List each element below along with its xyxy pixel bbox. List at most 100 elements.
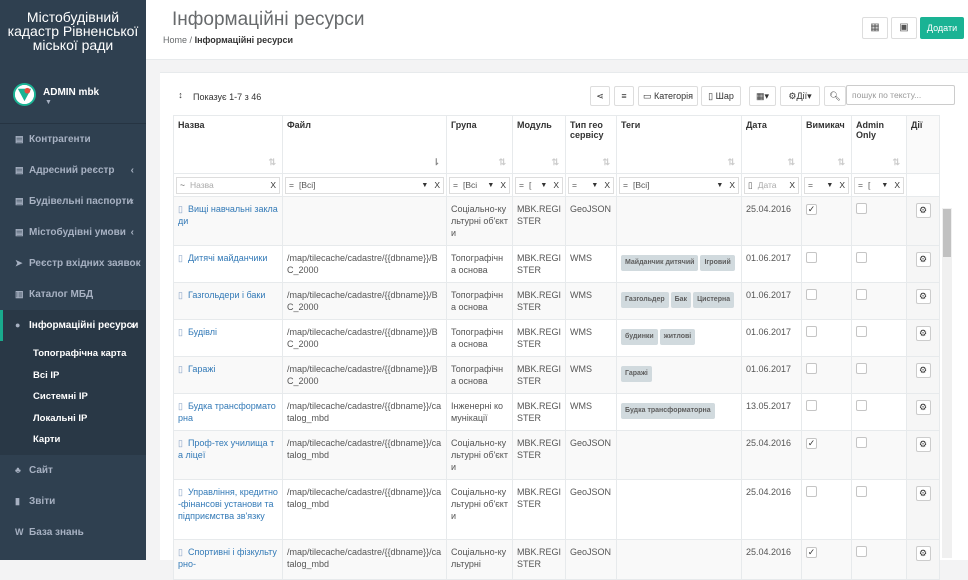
sort-icon[interactable]: ⇅ <box>551 157 559 168</box>
sort-icon[interactable]: ⇂ <box>432 157 440 168</box>
sidebar-item[interactable]: ➤ Реєстр вхідних заявок <box>0 248 146 279</box>
sort-icon[interactable]: ⇅ <box>602 157 610 168</box>
admin-only-checkbox[interactable] <box>856 546 867 557</box>
breadcrumb-home[interactable]: Home <box>163 35 187 45</box>
switch-checkbox[interactable] <box>806 289 817 300</box>
submenu-item[interactable]: Карти <box>0 429 146 451</box>
resource-link[interactable]: ▯ Управління, кредитно-фінансові установи… <box>178 487 278 521</box>
sidebar-item[interactable]: ▤ Контрагенти <box>0 124 146 155</box>
column-header[interactable]: Модуль ⇅ <box>512 115 566 174</box>
switch-checkbox[interactable] <box>806 252 817 263</box>
column-header[interactable]: Файл ⇂ <box>282 115 447 174</box>
column-header[interactable]: Вимикач ⇅ <box>801 115 852 174</box>
sidebar-item[interactable]: W База знань <box>0 517 146 548</box>
gear-icon[interactable]: ⚙ <box>915 486 931 501</box>
gear-icon[interactable]: ⚙ <box>915 326 931 341</box>
resource-link[interactable]: ▯ Спортивні і фізкультурно- <box>178 547 277 569</box>
table-view-button[interactable]: ▦ <box>862 17 888 39</box>
submenu-item[interactable]: Всі ІР <box>0 365 146 387</box>
columns-button[interactable]: ▦▾ <box>749 86 776 106</box>
user-profile[interactable]: ADMIN mbk ▼ <box>0 66 146 124</box>
sort-icon[interactable]: ⇅ <box>727 157 735 168</box>
sort-icon[interactable]: ⇅ <box>787 157 795 168</box>
search-input[interactable]: пошук по тексту... <box>846 85 955 105</box>
column-header[interactable]: Дії <box>906 115 940 174</box>
column-header[interactable]: Admin Only ⇅ <box>851 115 907 174</box>
sidebar-item[interactable]: ▥ Каталог МБД <box>0 279 146 310</box>
add-button[interactable]: Додати <box>920 17 964 39</box>
file-path: /map/tilecache/cadastre/{{dbname}}/BC_20… <box>287 253 438 275</box>
column-header[interactable]: Дата ⇅ <box>741 115 802 174</box>
cell-name: ▯ Проф-тех училища та ліцеї <box>173 430 283 480</box>
switch-checkbox[interactable]: ✓ <box>806 438 817 449</box>
admin-only-checkbox[interactable] <box>856 363 867 374</box>
filter-date[interactable]: ▯ Дата X <box>744 176 799 194</box>
admin-only-checkbox[interactable] <box>856 486 867 497</box>
sidebar-item[interactable]: ▤ Будівельні паспорти ‹ <box>0 186 146 217</box>
admin-only-checkbox[interactable] <box>856 252 867 263</box>
filter-switch[interactable]: = ▼ X <box>804 176 849 194</box>
sort-icon[interactable]: ⇅ <box>498 157 506 168</box>
resource-link[interactable]: ▯ Газгольдери і баки <box>178 290 265 300</box>
admin-only-checkbox[interactable] <box>856 400 867 411</box>
filter-tags[interactable]: = [Всі] ▼ X <box>619 176 739 194</box>
gear-icon[interactable]: ⚙ <box>915 203 931 218</box>
caret-down-icon[interactable]: ▼ <box>45 99 52 106</box>
gear-icon[interactable]: ⚙ <box>915 289 931 304</box>
gear-icon[interactable]: ⚙ <box>915 252 931 267</box>
gear-icon[interactable]: ⚙ <box>915 363 931 378</box>
scrollbar-thumb[interactable] <box>943 209 951 257</box>
admin-only-checkbox[interactable] <box>856 203 867 214</box>
sidebar-item[interactable]: ● Інформаційні ресурси ‹ <box>0 310 146 341</box>
submenu-item[interactable]: Системні ІР <box>0 386 146 408</box>
resource-link[interactable]: ▯ Будка трансформаторна <box>178 401 276 423</box>
filter-name[interactable]: ~ Назва X <box>176 176 280 194</box>
sidebar-item[interactable]: ♣ Сайт <box>0 455 146 486</box>
sidebar-item[interactable]: ▤ Містобудівні умови ‹ <box>0 217 146 248</box>
filter-type[interactable]: = ▼ X <box>568 176 614 194</box>
column-header-label: Файл <box>287 120 311 130</box>
column-header[interactable]: Теги ⇅ <box>616 115 742 174</box>
scrollbar[interactable] <box>942 208 952 558</box>
admin-only-checkbox[interactable] <box>856 437 867 448</box>
submenu-item[interactable]: Топографічна карта <box>0 343 146 365</box>
resource-link[interactable]: ▯ Вищі навчальні заклади <box>178 204 278 226</box>
sidebar-item[interactable]: ▤ Адресний реєстр ‹ <box>0 155 146 186</box>
sort-icon[interactable]: ⇅ <box>892 157 900 168</box>
switch-checkbox[interactable]: ✓ <box>806 547 817 558</box>
gear-icon[interactable]: ⚙ <box>915 400 931 415</box>
column-header[interactable]: Тип гео сервісу ⇅ <box>565 115 617 174</box>
sort-icon[interactable]: ⇅ <box>837 157 845 168</box>
resource-link[interactable]: ▯ Проф-тех училища та ліцеї <box>178 438 274 460</box>
switch-checkbox[interactable] <box>806 326 817 337</box>
layer-button[interactable]: ▯ Шар <box>701 86 741 106</box>
gear-icon[interactable]: ⚙ <box>915 546 931 561</box>
filter-file[interactable]: = [Всі] ▼ X <box>285 176 444 194</box>
file-icon: ▯ <box>178 204 183 214</box>
gear-icon[interactable]: ⚙ <box>915 437 931 452</box>
column-header[interactable]: Група ⇅ <box>446 115 513 174</box>
switch-checkbox[interactable]: ✓ <box>806 204 817 215</box>
list-button[interactable]: ≡ <box>614 86 634 106</box>
resource-link[interactable]: ▯ Дитячі майданчики <box>178 253 267 263</box>
switch-checkbox[interactable] <box>806 400 817 411</box>
sort-toggle-icon[interactable]: ↕ <box>173 86 188 106</box>
sort-icon[interactable]: ⇅ <box>268 157 276 168</box>
card-view-button[interactable]: ▣ <box>891 17 917 39</box>
admin-only-checkbox[interactable] <box>856 289 867 300</box>
category-button[interactable]: ▭ Категорія <box>638 86 698 106</box>
search-button[interactable]: 🔍︎ <box>824 86 846 106</box>
switch-checkbox[interactable] <box>806 363 817 374</box>
resource-link[interactable]: ▯ Гаражі <box>178 364 215 374</box>
submenu-item[interactable]: Локальні ІР <box>0 408 146 430</box>
sidebar-item[interactable]: ▮ Звіти <box>0 486 146 517</box>
column-header[interactable]: Назва ⇅ <box>173 115 283 174</box>
actions-button[interactable]: ⚙Дії▾ <box>780 86 820 106</box>
share-button[interactable]: ⋖ <box>590 86 610 106</box>
filter-module[interactable]: =[▼ X <box>515 176 563 194</box>
resource-link[interactable]: ▯ Будівлі <box>178 327 217 337</box>
filter-admin[interactable]: =[▼ X <box>854 176 904 194</box>
switch-checkbox[interactable] <box>806 486 817 497</box>
admin-only-checkbox[interactable] <box>856 326 867 337</box>
filter-group[interactable]: = [Всі ▼ X <box>449 176 510 194</box>
